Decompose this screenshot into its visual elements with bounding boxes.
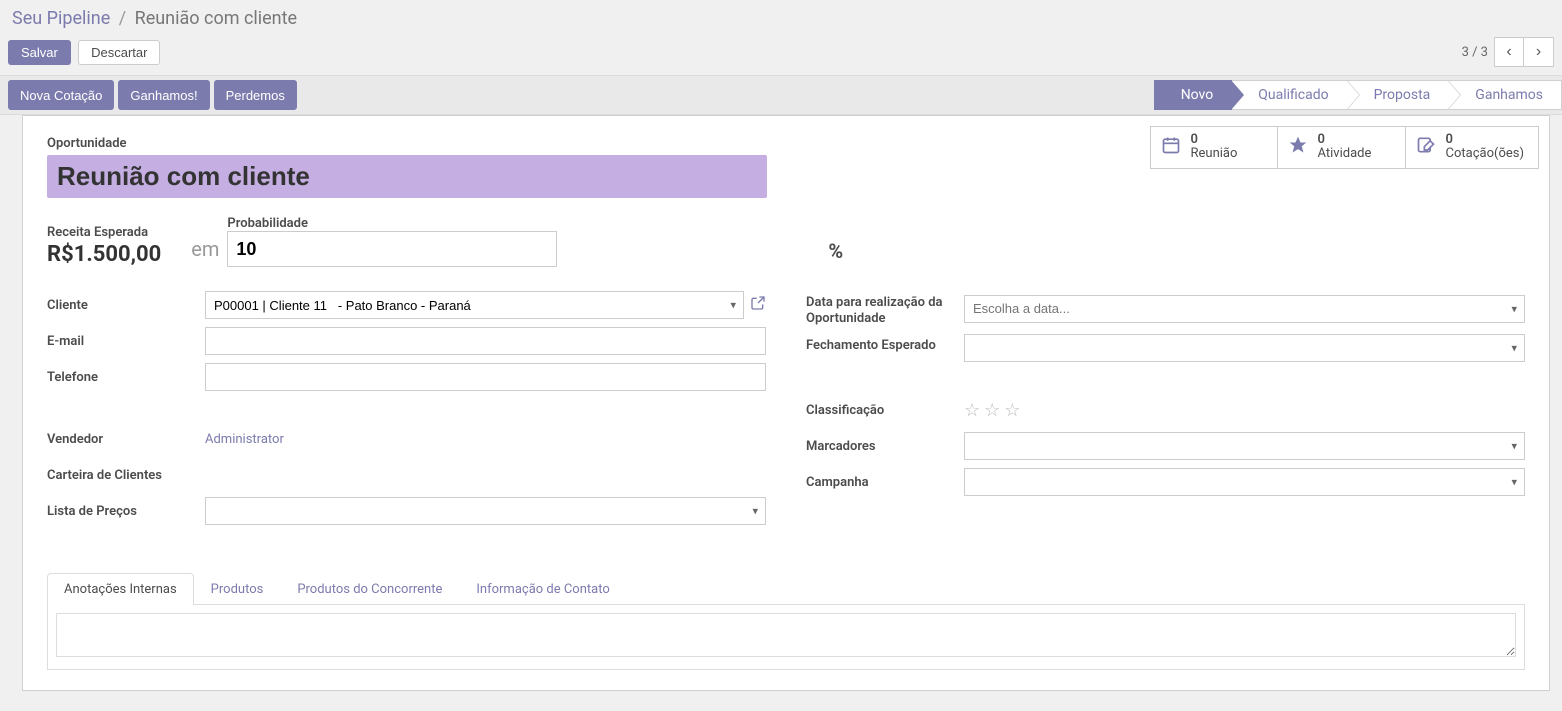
priority-stars: ☆ ☆ ☆ — [964, 400, 1020, 421]
header-bar: Seu Pipeline / Reunião com cliente Salva… — [0, 0, 1562, 75]
campaign-field: Campanha ▾ — [806, 468, 1525, 496]
client-field: Cliente ▾ — [47, 291, 766, 319]
stat-meeting-count: 0 — [1191, 133, 1238, 147]
campaign-select[interactable] — [964, 468, 1525, 496]
tab-products[interactable]: Produtos — [194, 573, 281, 605]
tab-competitor-products[interactable]: Produtos do Concorrente — [280, 573, 459, 605]
email-field: E-mail — [47, 327, 766, 355]
stat-activity-count: 0 — [1318, 133, 1372, 147]
breadcrumb-separator: / — [119, 8, 126, 29]
rating-field: Classificação ☆ ☆ ☆ — [806, 396, 1525, 424]
revenue-row: Receita Esperada R$1.500,00 em Probabili… — [47, 216, 1525, 267]
stat-meeting-label: Reunião — [1191, 147, 1238, 161]
star-1[interactable]: ☆ — [964, 400, 980, 421]
discard-button[interactable]: Descartar — [78, 40, 160, 65]
external-link-icon[interactable] — [750, 295, 766, 315]
email-label: E-mail — [47, 334, 205, 349]
stat-activity-button[interactable]: 0 Atividade — [1278, 126, 1406, 169]
star-2[interactable]: ☆ — [984, 400, 1000, 421]
opportunity-date-label: Data para realização da Oportunidade — [806, 291, 964, 326]
phone-field: Telefone — [47, 363, 766, 391]
stat-quote-count: 0 — [1446, 133, 1524, 147]
probability-input[interactable] — [227, 231, 557, 267]
chevron-left-icon: ‹ — [1506, 43, 1511, 61]
pager: 3 / 3 ‹ › — [1462, 37, 1554, 67]
client-label: Cliente — [47, 298, 205, 313]
stat-quote-text: 0 Cotação(ões) — [1446, 133, 1524, 162]
expected-close-field: Fechamento Esperado ▾ — [806, 334, 1525, 362]
phone-label: Telefone — [47, 370, 205, 385]
phone-input[interactable] — [205, 363, 766, 391]
opportunity-date-field: Data para realização da Oportunidade ▾ — [806, 291, 1525, 326]
star-3[interactable]: ☆ — [1004, 400, 1020, 421]
status-buttons-left: Nova Cotação Ganhamos! Perdemos — [8, 80, 297, 110]
expected-revenue-value: R$1.500,00 — [47, 242, 161, 267]
internal-notes-textarea[interactable] — [56, 613, 1516, 657]
salesperson-field: Vendedor Administrator — [47, 425, 766, 453]
stage-ganhamos[interactable]: Ganhamos — [1449, 80, 1562, 110]
form-sheet: 0 Reunião 0 Atividade 0 Cota — [22, 115, 1550, 691]
breadcrumb: Seu Pipeline / Reunião com cliente — [8, 4, 1554, 37]
breadcrumb-root-link[interactable]: Seu Pipeline — [12, 8, 110, 29]
tab-pane-internal-notes — [47, 605, 1525, 670]
tags-label: Marcadores — [806, 439, 964, 454]
pager-prev-button[interactable]: ‹ — [1494, 37, 1524, 67]
stat-buttons: 0 Reunião 0 Atividade 0 Cota — [1150, 126, 1539, 169]
campaign-label: Campanha — [806, 475, 964, 490]
email-input[interactable] — [205, 327, 766, 355]
stat-quote-button[interactable]: 0 Cotação(ões) — [1406, 126, 1539, 169]
pricelist-select[interactable] — [205, 497, 766, 525]
salesperson-label: Vendedor — [47, 432, 205, 447]
portfolio-field: Carteira de Clientes — [47, 461, 766, 489]
tags-field: Marcadores ▾ — [806, 432, 1525, 460]
expected-close-label: Fechamento Esperado — [806, 334, 964, 354]
stat-meeting-text: 0 Reunião — [1191, 133, 1238, 162]
new-quotation-button[interactable]: Nova Cotação — [8, 80, 114, 110]
edit-icon — [1414, 135, 1438, 160]
pager-text: 3 / 3 — [1462, 45, 1488, 60]
stage-proposta[interactable]: Proposta — [1348, 80, 1450, 110]
save-button[interactable]: Salvar — [8, 40, 71, 65]
expected-revenue-label: Receita Esperada — [47, 225, 161, 240]
expected-revenue-block: Receita Esperada R$1.500,00 — [47, 225, 161, 267]
pricelist-label: Lista de Preços — [47, 504, 205, 519]
chevron-right-icon: › — [1536, 43, 1541, 61]
tags-select[interactable] — [964, 432, 1525, 460]
left-column: Cliente ▾ E-mail — [47, 291, 766, 533]
calendar-icon — [1159, 135, 1183, 160]
probability-label: Probabilidade — [227, 216, 820, 231]
breadcrumb-active: Reunião com cliente — [135, 8, 297, 29]
stat-activity-text: 0 Atividade — [1318, 133, 1372, 162]
opportunity-title-input[interactable] — [47, 155, 767, 198]
star-icon — [1286, 135, 1310, 160]
rating-label: Classificação — [806, 403, 964, 418]
pager-next-button[interactable]: › — [1524, 37, 1554, 67]
stage-pipeline: Novo Qualificado Proposta Ganhamos — [1154, 80, 1562, 110]
tab-bar: Anotações Internas Produtos Produtos do … — [47, 573, 1525, 605]
left-actions: Salvar Descartar — [8, 40, 164, 65]
stage-novo[interactable]: Novo — [1154, 80, 1233, 110]
status-bar: Nova Cotação Ganhamos! Perdemos Novo Qua… — [0, 75, 1562, 115]
client-select[interactable] — [205, 291, 744, 319]
portfolio-label: Carteira de Clientes — [47, 468, 205, 483]
right-column: Data para realização da Oportunidade ▾ F… — [806, 291, 1525, 533]
stat-meeting-button[interactable]: 0 Reunião — [1150, 126, 1278, 169]
form-wrap: 0 Reunião 0 Atividade 0 Cota — [0, 115, 1562, 711]
salesperson-link[interactable]: Administrator — [205, 432, 284, 447]
expected-close-input[interactable] — [964, 334, 1525, 362]
tab-internal-notes[interactable]: Anotações Internas — [47, 573, 194, 605]
tabs: Anotações Internas Produtos Produtos do … — [47, 573, 1525, 670]
pricelist-field: Lista de Preços ▾ — [47, 497, 766, 525]
opportunity-date-input[interactable] — [964, 295, 1525, 323]
stat-activity-label: Atividade — [1318, 147, 1372, 161]
fields-two-col: Cliente ▾ E-mail — [47, 291, 1525, 533]
percent-label: % — [828, 239, 843, 263]
mark-lost-button[interactable]: Perdemos — [214, 80, 297, 110]
revenue-in-label: em — [191, 237, 219, 261]
stage-qualificado[interactable]: Qualificado — [1232, 80, 1347, 110]
actions-row: Salvar Descartar 3 / 3 ‹ › — [8, 37, 1554, 67]
stat-quote-label: Cotação(ões) — [1446, 147, 1524, 161]
mark-won-button[interactable]: Ganhamos! — [118, 80, 209, 110]
tab-contact-info[interactable]: Informação de Contato — [459, 573, 626, 605]
